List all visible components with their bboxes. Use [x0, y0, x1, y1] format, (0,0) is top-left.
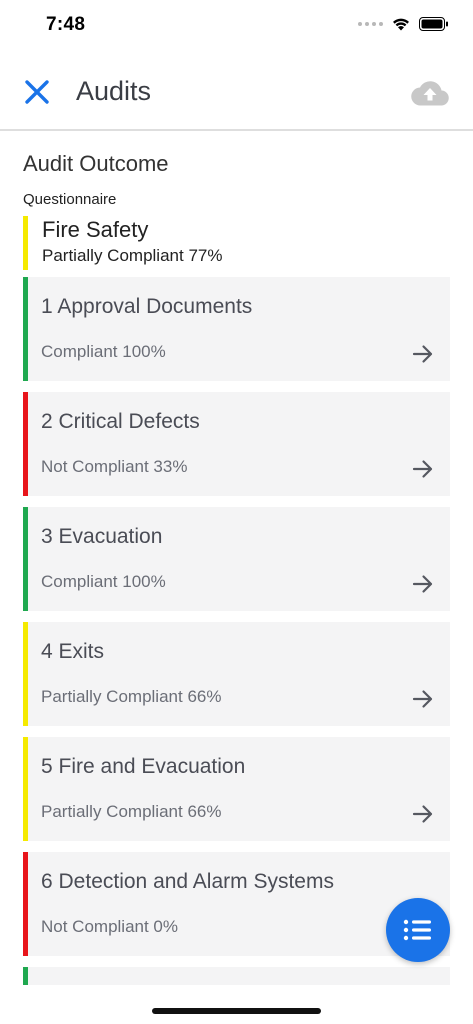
section-list: 1 Approval Documents Compliant 100% 2 Cr…: [23, 277, 450, 967]
section-card-partial[interactable]: [23, 967, 450, 985]
battery-icon: [419, 16, 448, 31]
cloud-upload-icon: [411, 81, 449, 106]
arrow-right-icon: [412, 460, 433, 478]
status-time: 7:48: [46, 14, 86, 35]
section-card[interactable]: 3 Evacuation Compliant 100%: [23, 507, 450, 611]
status-color-bar: [23, 392, 28, 496]
section-status: Partially Compliant 66%: [41, 687, 222, 706]
status-icons: [358, 16, 449, 31]
section-status: Not Compliant 0%: [41, 917, 179, 936]
arrow-right-icon: [412, 345, 433, 363]
section-status: Partially Compliant 66%: [41, 802, 222, 821]
arrow-right-icon: [412, 805, 433, 823]
section-status: Not Compliant 33%: [41, 457, 188, 476]
arrow-right-icon: [412, 690, 433, 708]
section-title: 3 Evacuation: [41, 525, 163, 548]
section-status: Compliant 100%: [41, 572, 166, 591]
section-status: Compliant 100%: [41, 342, 166, 361]
section-title: 6 Detection and Alarm Systems: [41, 870, 334, 893]
questionnaire-summary: Fire Safety Partially Compliant 77%: [23, 216, 443, 270]
section-card[interactable]: 4 Exits Partially Compliant 66%: [23, 622, 450, 726]
upload-button[interactable]: [411, 78, 449, 108]
cellular-signal-icon: [358, 21, 383, 26]
section-card[interactable]: 5 Fire and Evacuation Partially Complian…: [23, 737, 450, 841]
status-color-bar: [23, 737, 28, 841]
section-title: 1 Approval Documents: [41, 295, 253, 318]
audit-outcome-heading: Audit Outcome: [23, 151, 169, 176]
list-icon: [403, 919, 431, 941]
status-bar: 7:48: [0, 0, 473, 50]
section-title: 5 Fire and Evacuation: [41, 755, 246, 778]
menu-fab-button[interactable]: [386, 898, 450, 962]
status-color-bar: [23, 852, 28, 956]
section-title: 4 Exits: [41, 640, 105, 663]
arrow-right-icon: [412, 575, 433, 593]
close-button[interactable]: [22, 77, 52, 107]
questionnaire-status: Partially Compliant 77%: [42, 246, 223, 265]
close-icon: [25, 80, 49, 104]
nav-bar: Audits: [0, 50, 473, 131]
section-title: 2 Critical Defects: [41, 410, 200, 433]
wifi-icon: [393, 18, 409, 31]
status-color-bar: [23, 507, 28, 611]
home-indicator: [152, 1008, 321, 1014]
status-color-bar: [23, 967, 28, 985]
section-card[interactable]: 1 Approval Documents Compliant 100%: [23, 277, 450, 381]
questionnaire-title: Fire Safety: [42, 217, 149, 242]
status-color-bar: [23, 622, 28, 726]
page-title: Audits: [76, 76, 152, 106]
section-card[interactable]: 2 Critical Defects Not Compliant 33%: [23, 392, 450, 496]
questionnaire-label: Questionnaire: [23, 191, 117, 208]
section-card[interactable]: 6 Detection and Alarm Systems Not Compli…: [23, 852, 450, 956]
status-color-bar: [23, 277, 28, 381]
